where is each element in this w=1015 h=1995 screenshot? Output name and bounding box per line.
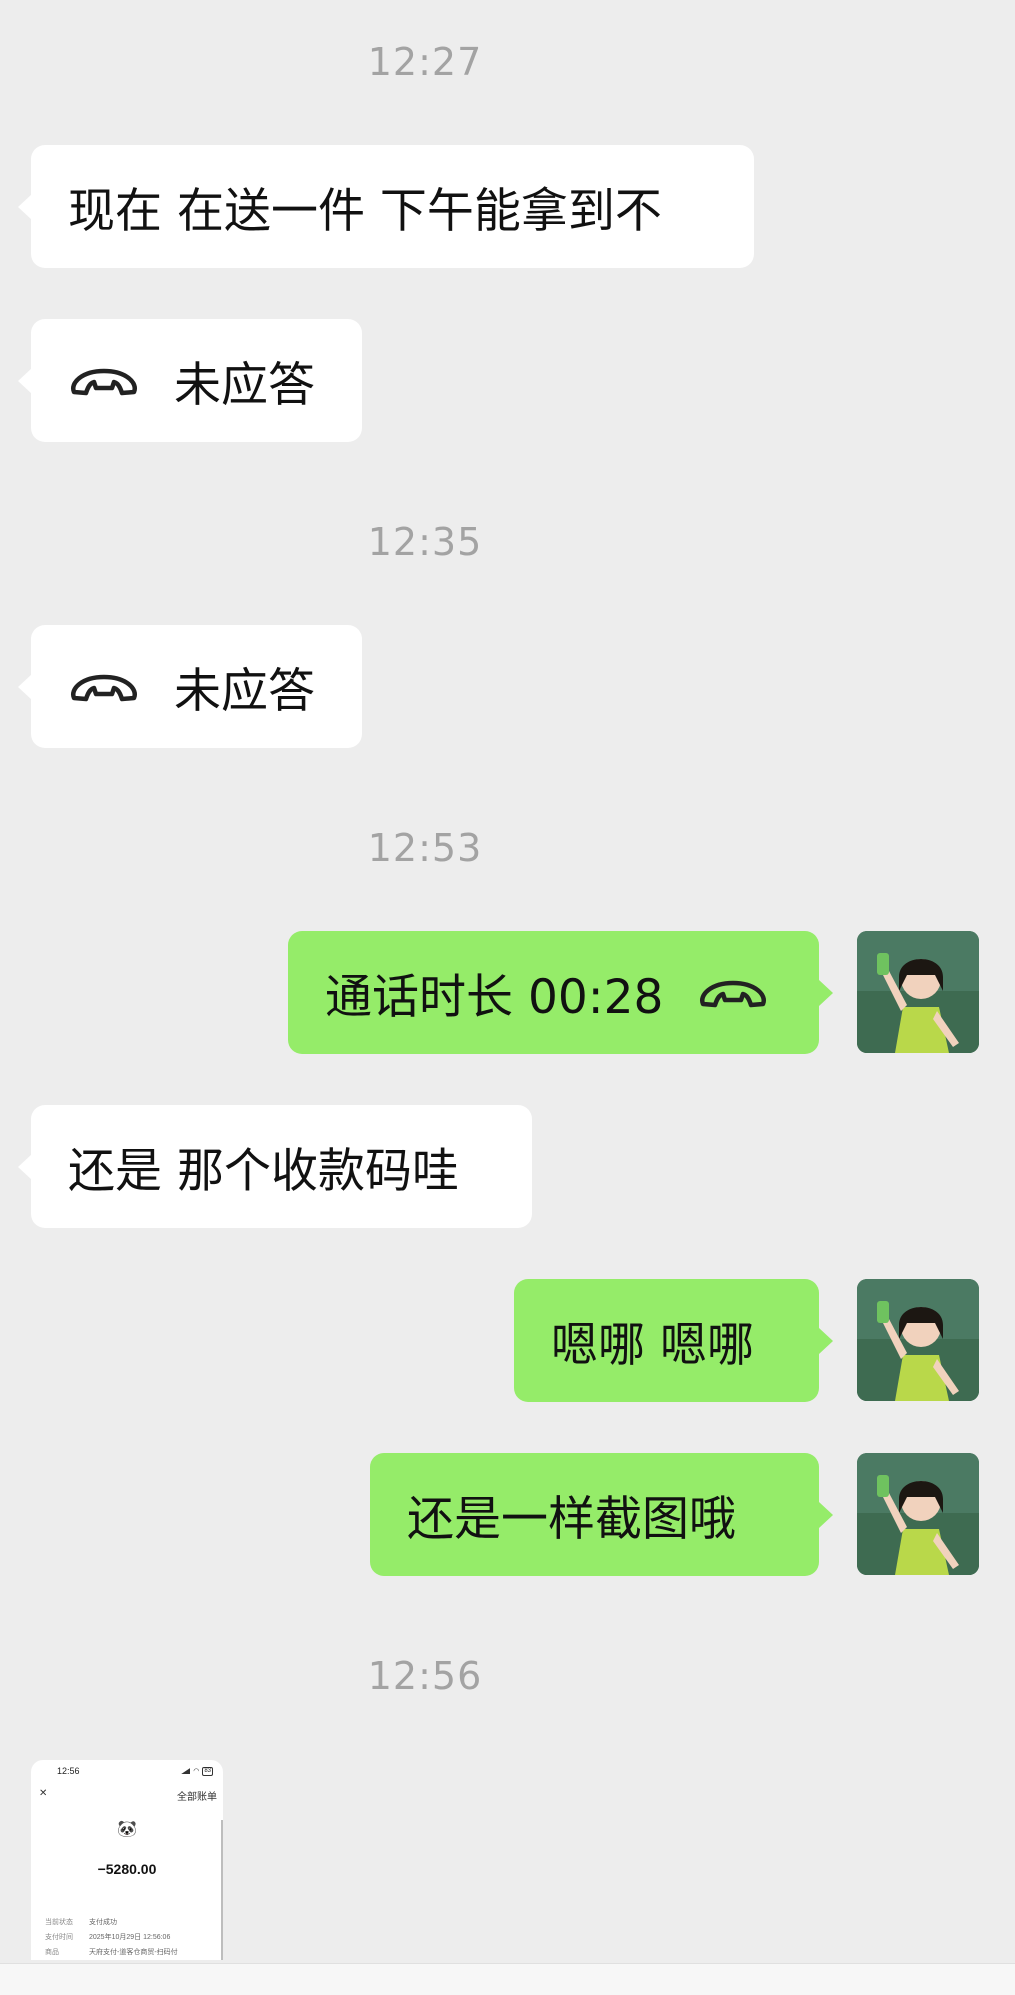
- call-duration-label: 通话时长 00:28: [325, 970, 664, 1025]
- detail-key: 支付时间: [45, 1934, 73, 1941]
- detail-key: 当前状态: [45, 1919, 73, 1926]
- signal-icon: [181, 1768, 191, 1774]
- phone-handset-icon: [68, 667, 140, 707]
- wifi-icon: ◠: [193, 1767, 200, 1775]
- screenshot-header: ✕ 全部账单: [31, 1776, 223, 1803]
- timestamp: 12:35: [367, 520, 483, 564]
- incoming-text-message[interactable]: 还是 那个收款码哇: [18, 1105, 532, 1228]
- message-text: 现在 在送一件 下午能拿到不: [68, 184, 662, 239]
- outgoing-call-message[interactable]: 通话时长 00:28: [288, 931, 833, 1054]
- detail-value: 支付成功: [89, 1919, 117, 1926]
- timestamp: 12:27: [367, 40, 483, 84]
- outgoing-text-message[interactable]: 嗯哪 嗯哪: [514, 1279, 833, 1402]
- screenshot-header-right: 全部账单: [177, 1792, 217, 1803]
- bottom-bar: [0, 1963, 1015, 1995]
- timestamp: 12:53: [367, 826, 483, 870]
- message-text: 还是一样截图哦: [407, 1492, 736, 1547]
- user-avatar[interactable]: [857, 1453, 979, 1575]
- battery-icon: 83: [202, 1766, 213, 1776]
- close-icon: ✕: [39, 1788, 48, 1799]
- timestamp: 12:56: [367, 1654, 483, 1698]
- screenshot-status-bar: 12:56 ◠ 83: [31, 1760, 223, 1776]
- outgoing-text-message[interactable]: 还是一样截图哦: [370, 1453, 833, 1576]
- screenshot-detail-row: 当前状态 支付成功: [45, 1915, 223, 1930]
- incoming-text-message[interactable]: 现在 在送一件 下午能拿到不: [18, 145, 754, 268]
- missed-call-message[interactable]: 未应答: [18, 625, 362, 748]
- missed-call-message[interactable]: 未应答: [18, 319, 362, 442]
- phone-handset-icon: [697, 973, 769, 1013]
- detail-value: 天府支付-道客仓商贸-扫码付: [89, 1949, 178, 1956]
- phone-handset-icon: [68, 361, 140, 401]
- call-status-label: 未应答: [174, 358, 315, 413]
- screenshot-detail-list: 当前状态 支付成功 支付时间 2025年10月29日 12:56:06 商品 天府支付…: [31, 1915, 223, 1960]
- detail-key: 商品: [45, 1949, 59, 1956]
- screenshot-amount: −5280.00: [97, 1861, 157, 1877]
- screenshot-edge: [221, 1820, 223, 1960]
- message-text: 嗯哪 嗯哪: [551, 1318, 754, 1373]
- message-text: 还是 那个收款码哇: [68, 1144, 459, 1199]
- screenshot-status-time: 12:56: [57, 1766, 80, 1776]
- screenshot-status-icons: ◠ 83: [181, 1766, 213, 1776]
- detail-value: 2025年10月29日 12:56:06: [89, 1934, 171, 1941]
- screenshot-merchant-logo: 🐼: [117, 1821, 137, 1838]
- user-avatar[interactable]: [857, 931, 979, 1053]
- image-message-payment-screenshot[interactable]: 12:56 ◠ 83 ✕ 全部账单 🐼 −5280.00 当前状态 支付成功 支付…: [31, 1760, 223, 1960]
- screenshot-detail-row: 支付时间 2025年10月29日 12:56:06: [45, 1930, 223, 1945]
- call-status-label: 未应答: [174, 664, 315, 719]
- screenshot-detail-row: 商品 天府支付-道客仓商贸-扫码付: [45, 1945, 223, 1960]
- user-avatar[interactable]: [857, 1279, 979, 1401]
